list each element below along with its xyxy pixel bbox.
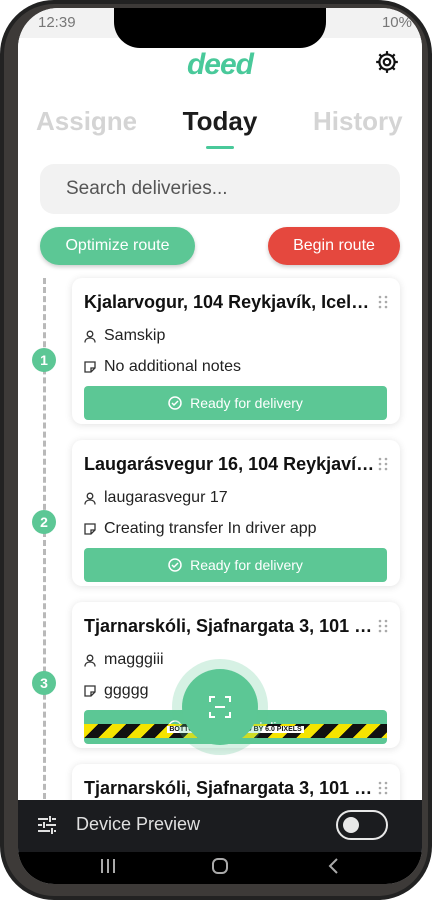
device-preview-toggle[interactable] <box>336 810 388 840</box>
delivery-contact-row: laugarasvegur 17 <box>84 489 228 507</box>
device-preview-label: Device Preview <box>76 814 201 834</box>
step-badge: 3 <box>32 671 56 695</box>
delivery-address: Kjalarvogur, 104 Reykjavík, Iceland <box>84 292 376 312</box>
note-icon <box>84 523 96 535</box>
phone-frame: 12:39 10% deed Assigned Today History Op… <box>0 0 432 900</box>
scan-icon <box>209 696 231 718</box>
delivery-card[interactable]: Kjalarvogur, 104 Reykjavík, Iceland Sams… <box>72 278 400 424</box>
ready-status-label: Ready for delivery <box>190 395 303 411</box>
delivery-contact-row: Samskip <box>84 327 165 345</box>
optimize-route-button[interactable]: Optimize route <box>40 227 195 265</box>
check-circle-icon <box>168 558 182 572</box>
recent-apps-icon[interactable] <box>98 856 118 876</box>
drag-handle-icon[interactable] <box>378 781 388 795</box>
delivery-address: Laugarásvegur 16, 104 Reykjavík, Iceland <box>84 454 376 474</box>
phone-screen: 12:39 10% deed Assigned Today History Op… <box>18 8 422 884</box>
scan-button[interactable] <box>182 669 258 745</box>
delivery-contact: Samskip <box>104 327 166 344</box>
app-logo: deed <box>186 48 254 81</box>
status-time: 12:39 <box>38 14 76 31</box>
search-input[interactable] <box>40 164 400 214</box>
note-icon <box>84 361 96 373</box>
device-preview-bar: Device Preview <box>18 800 422 852</box>
delivery-contact: laugarasvegur 17 <box>104 489 228 506</box>
step-badge: 1 <box>32 348 56 372</box>
note-icon <box>84 685 96 697</box>
delivery-card[interactable]: Laugarásvegur 16, 104 Reykjavík, Iceland… <box>72 440 400 586</box>
app-content: deed Assigned Today History Optimize rou… <box>18 38 422 824</box>
delivery-notes: No additional notes <box>104 358 241 375</box>
delivery-contact-row: magggiii <box>84 651 164 669</box>
drag-handle-icon[interactable] <box>378 295 388 309</box>
ready-status-button[interactable]: Ready for delivery <box>84 386 387 420</box>
sliders-icon[interactable] <box>36 815 58 835</box>
back-icon[interactable] <box>324 856 344 876</box>
delivery-address: Tjarnarskóli, Sjafnargata 3, 101 Reykjav… <box>84 616 376 636</box>
delivery-notes-row: Creating transfer In driver app <box>84 520 317 538</box>
drag-handle-icon[interactable] <box>378 619 388 633</box>
status-battery: 10% <box>381 14 412 31</box>
delivery-notes-row: No additional notes <box>84 358 241 376</box>
toggle-knob <box>343 817 359 833</box>
gear-icon[interactable] <box>374 49 400 75</box>
person-icon <box>84 330 96 343</box>
step-badge: 2 <box>32 510 56 534</box>
person-icon <box>84 654 96 667</box>
tab-indicator <box>206 146 234 149</box>
drag-handle-icon[interactable] <box>378 457 388 471</box>
tab-history[interactable]: History <box>313 106 403 137</box>
delivery-notes: Creating transfer In driver app <box>104 520 317 537</box>
begin-route-button[interactable]: Begin route <box>268 227 400 265</box>
person-icon <box>84 492 96 505</box>
delivery-address: Tjarnarskóli, Sjafnargata 3, 101 Reykjav… <box>84 778 376 798</box>
check-circle-icon <box>168 396 182 410</box>
camera-notch <box>114 8 326 48</box>
delivery-contact: magggiii <box>104 651 164 668</box>
ready-status-button[interactable]: Ready for delivery <box>84 548 387 582</box>
android-nav-bar <box>18 852 422 884</box>
delivery-notes-row: ggggg <box>84 682 149 700</box>
delivery-notes: ggggg <box>104 682 149 699</box>
home-icon[interactable] <box>210 856 230 876</box>
phone-bezel: 12:39 10% deed Assigned Today History Op… <box>4 4 428 896</box>
ready-status-label: Ready for delivery <box>190 557 303 573</box>
